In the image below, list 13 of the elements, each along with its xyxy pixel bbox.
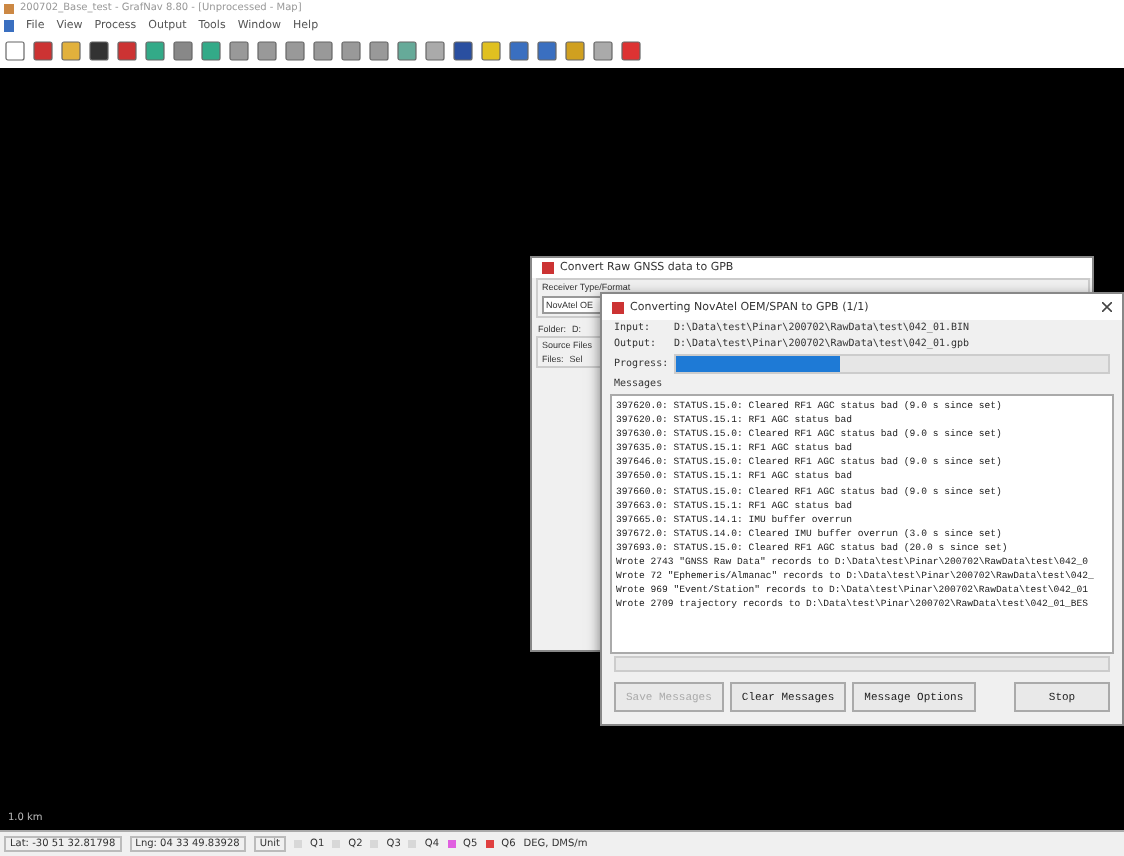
app-icon <box>612 301 624 313</box>
document-icon <box>4 19 14 31</box>
app-icon <box>542 262 554 274</box>
app-icon <box>4 3 14 13</box>
horizontal-scrollbar[interactable] <box>614 656 1110 672</box>
toolbar-icon[interactable] <box>32 40 54 62</box>
toolbar-icon[interactable] <box>620 40 642 62</box>
close-icon[interactable] <box>1102 302 1112 312</box>
toolbar-icon[interactable] <box>508 40 530 62</box>
toolbar-icon[interactable] <box>88 40 110 62</box>
toolbar-icon[interactable] <box>116 40 138 62</box>
toolbar-icon[interactable] <box>536 40 558 62</box>
toolbar-icon[interactable] <box>452 40 474 62</box>
